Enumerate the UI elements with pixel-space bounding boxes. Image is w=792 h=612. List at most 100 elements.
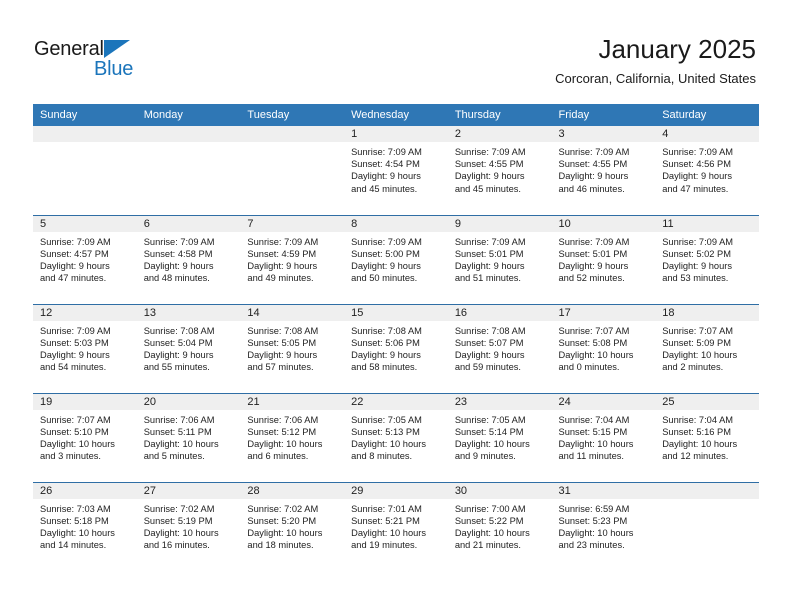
daylight-text-line2: and 11 minutes. [558,451,624,462]
daylight-text-line2: and 5 minutes. [143,451,205,462]
calendar-day-cell[interactable]: 15 Sunrise: 7:08 AM Sunset: 5:06 PM Dayligh… [344,303,448,393]
sunrise-text: Sunrise: 7:09 AM [454,236,526,247]
day-details: Sunrise: 7:02 AM Sunset: 5:20 PM Daylight:… [240,499,344,552]
calendar-day-cell[interactable]: 28 Sunrise: 7:02 AM Sunset: 5:20 PM Dayligh… [240,481,345,571]
calendar-day-cell[interactable]: 9 Sunrise: 7:09 AM Sunset: 5:01 PM Daylight… [447,214,552,304]
day-details: Sunrise: 7:07 AM Sunset: 5:09 PM Daylight:… [655,321,759,374]
day-number: 28 [240,482,345,499]
sunrise-text: Sunrise: 7:06 AM [143,414,215,425]
day-number: 23 [447,393,552,410]
day-number [33,126,137,142]
sunset-text: Sunset: 5:08 PM [558,337,628,348]
daylight-text-line1: Daylight: 9 hours [454,171,525,182]
calendar-day-cell[interactable]: 24 Sunrise: 7:04 AM Sunset: 5:15 PM Dayligh… [551,392,656,482]
daylight-text-line2: and 58 minutes. [351,362,418,373]
calendar-week-row: 5 Sunrise: 7:09 AM Sunset: 4:57 PM Daylight… [33,214,759,304]
sunset-text: Sunset: 5:07 PM [454,337,524,348]
sunrise-text: Sunrise: 7:09 AM [351,147,422,157]
daylight-text-line1: Daylight: 9 hours [143,260,214,271]
sunset-text: Sunset: 5:21 PM [351,515,420,526]
calendar-day-cell[interactable]: 8 Sunrise: 7:09 AM Sunset: 5:00 PM Daylight… [344,214,448,304]
day-number: 31 [551,482,656,499]
calendar-day-cell[interactable]: 1 Sunrise: 7:09 AM Sunset: 4:54 PM Daylight… [344,126,448,215]
sunset-text: Sunset: 5:15 PM [558,426,628,437]
weekday-header-tuesday: Tuesday [240,104,345,126]
calendar-day-cell[interactable]: 21 Sunrise: 7:06 AM Sunset: 5:12 PM Dayligh… [240,392,345,482]
day-details: Sunrise: 7:09 AM Sunset: 5:01 PM Daylight:… [448,232,552,285]
daylight-text-line2: and 14 minutes. [40,540,107,551]
sunrise-text: Sunrise: 7:09 AM [662,147,734,157]
day-details: Sunrise: 7:09 AM Sunset: 5:01 PM Daylight:… [552,232,656,285]
daylight-text-line1: Daylight: 10 hours [143,438,219,449]
logo-triangle-icon [104,40,130,58]
sunrise-text: Sunrise: 7:01 AM [351,503,422,514]
calendar-day-cell-empty [136,126,241,215]
day-number: 14 [240,304,345,321]
day-number: 13 [136,304,241,321]
sunrise-text: Sunrise: 7:09 AM [558,236,630,247]
sunrise-text: Sunrise: 7:03 AM [40,503,111,514]
sunrise-text: Sunrise: 7:09 AM [40,325,111,336]
calendar-day-cell[interactable]: 10 Sunrise: 7:09 AM Sunset: 5:01 PM Dayligh… [551,214,656,304]
sunset-text: Sunset: 5:23 PM [558,515,628,526]
calendar-day-cell[interactable]: 20 Sunrise: 7:06 AM Sunset: 5:11 PM Dayligh… [136,392,241,482]
calendar-week-row: 1 Sunrise: 7:09 AM Sunset: 4:54 PM Daylight… [33,126,759,215]
weekday-header-wednesday: Wednesday [344,104,448,126]
calendar-week-row: 19 Sunrise: 7:07 AM Sunset: 5:10 PM Dayligh… [33,392,759,482]
daylight-text-line2: and 57 minutes. [247,362,314,373]
calendar-day-cell[interactable]: 31 Sunrise: 6:59 AM Sunset: 5:23 PM Dayligh… [551,481,656,571]
calendar-day-cell[interactable]: 17 Sunrise: 7:07 AM Sunset: 5:08 PM Dayligh… [551,303,656,393]
page-title: January 2025 [598,34,756,64]
day-number: 6 [136,215,241,232]
daylight-text-line1: Daylight: 9 hours [351,260,421,271]
sunset-text: Sunset: 5:01 PM [558,248,628,259]
calendar-day-cell[interactable]: 3 Sunrise: 7:09 AM Sunset: 4:55 PM Daylight… [551,126,656,215]
day-number: 3 [551,126,656,142]
calendar-day-cell[interactable]: 30 Sunrise: 7:00 AM Sunset: 5:22 PM Dayligh… [447,481,552,571]
sunrise-text: Sunrise: 7:02 AM [143,503,215,514]
calendar-day-cell-empty [240,126,345,215]
day-number: 17 [551,304,656,321]
daylight-text-line1: Daylight: 10 hours [247,527,323,538]
sunset-text: Sunset: 4:55 PM [558,159,628,170]
day-number: 4 [655,126,759,142]
calendar-day-cell[interactable]: 7 Sunrise: 7:09 AM Sunset: 4:59 PM Daylight… [240,214,345,304]
day-number: 27 [136,482,241,499]
daylight-text-line2: and 12 minutes. [662,451,729,462]
calendar-day-cell[interactable]: 14 Sunrise: 7:08 AM Sunset: 5:05 PM Dayligh… [240,303,345,393]
daylight-text-line1: Daylight: 10 hours [143,527,219,538]
day-details: Sunrise: 7:08 AM Sunset: 5:04 PM Daylight:… [137,321,241,374]
calendar-day-cell[interactable]: 5 Sunrise: 7:09 AM Sunset: 4:57 PM Daylight… [33,214,137,304]
calendar-day-cell[interactable]: 19 Sunrise: 7:07 AM Sunset: 5:10 PM Dayligh… [33,392,137,482]
day-details: Sunrise: 7:04 AM Sunset: 5:15 PM Daylight:… [552,410,656,463]
weekday-header-sunday: Sunday [33,104,137,126]
calendar-day-cell[interactable]: 16 Sunrise: 7:08 AM Sunset: 5:07 PM Dayligh… [447,303,552,393]
day-number: 21 [240,393,345,410]
calendar-day-cell[interactable]: 26 Sunrise: 7:03 AM Sunset: 5:18 PM Dayligh… [33,481,137,571]
calendar-day-cell[interactable]: 18 Sunrise: 7:07 AM Sunset: 5:09 PM Dayligh… [655,303,759,393]
calendar-day-cell[interactable]: 27 Sunrise: 7:02 AM Sunset: 5:19 PM Dayligh… [136,481,241,571]
calendar-day-cell[interactable]: 22 Sunrise: 7:05 AM Sunset: 5:13 PM Dayligh… [344,392,448,482]
calendar-day-cell[interactable]: 25 Sunrise: 7:04 AM Sunset: 5:16 PM Dayligh… [655,392,759,482]
calendar-day-cell[interactable]: 6 Sunrise: 7:09 AM Sunset: 4:58 PM Daylight… [136,214,241,304]
calendar-day-cell[interactable]: 12 Sunrise: 7:09 AM Sunset: 5:03 PM Dayligh… [33,303,137,393]
sunset-text: Sunset: 5:09 PM [662,337,731,348]
page-header: General Blue January 2025 Corcoran, Cali… [0,0,792,104]
day-details: Sunrise: 7:04 AM Sunset: 5:16 PM Daylight:… [655,410,759,463]
calendar-day-cell[interactable]: 2 Sunrise: 7:09 AM Sunset: 4:55 PM Daylight… [447,126,552,215]
day-details: Sunrise: 7:05 AM Sunset: 5:14 PM Daylight:… [448,410,552,463]
daylight-text-line2: and 51 minutes. [454,273,521,284]
sunrise-text: Sunrise: 7:09 AM [143,236,215,247]
general-blue-logo: General Blue [34,38,154,82]
sunrise-text: Sunrise: 7:07 AM [558,325,630,336]
day-number: 15 [344,304,448,321]
day-details: Sunrise: 7:02 AM Sunset: 5:19 PM Daylight:… [137,499,241,552]
calendar-day-cell[interactable]: 11 Sunrise: 7:09 AM Sunset: 5:02 PM Dayligh… [655,214,759,304]
calendar-day-cell[interactable]: 29 Sunrise: 7:01 AM Sunset: 5:21 PM Dayligh… [344,481,448,571]
weekday-header-thursday: Thursday [447,104,552,126]
calendar-day-cell[interactable]: 13 Sunrise: 7:08 AM Sunset: 5:04 PM Dayligh… [136,303,241,393]
calendar-day-cell[interactable]: 23 Sunrise: 7:05 AM Sunset: 5:14 PM Dayligh… [447,392,552,482]
calendar-day-cell[interactable]: 4 Sunrise: 7:09 AM Sunset: 4:56 PM Daylight… [655,126,759,215]
sunrise-text: Sunrise: 7:04 AM [558,414,630,425]
sunrise-text: Sunrise: 7:09 AM [247,236,319,247]
